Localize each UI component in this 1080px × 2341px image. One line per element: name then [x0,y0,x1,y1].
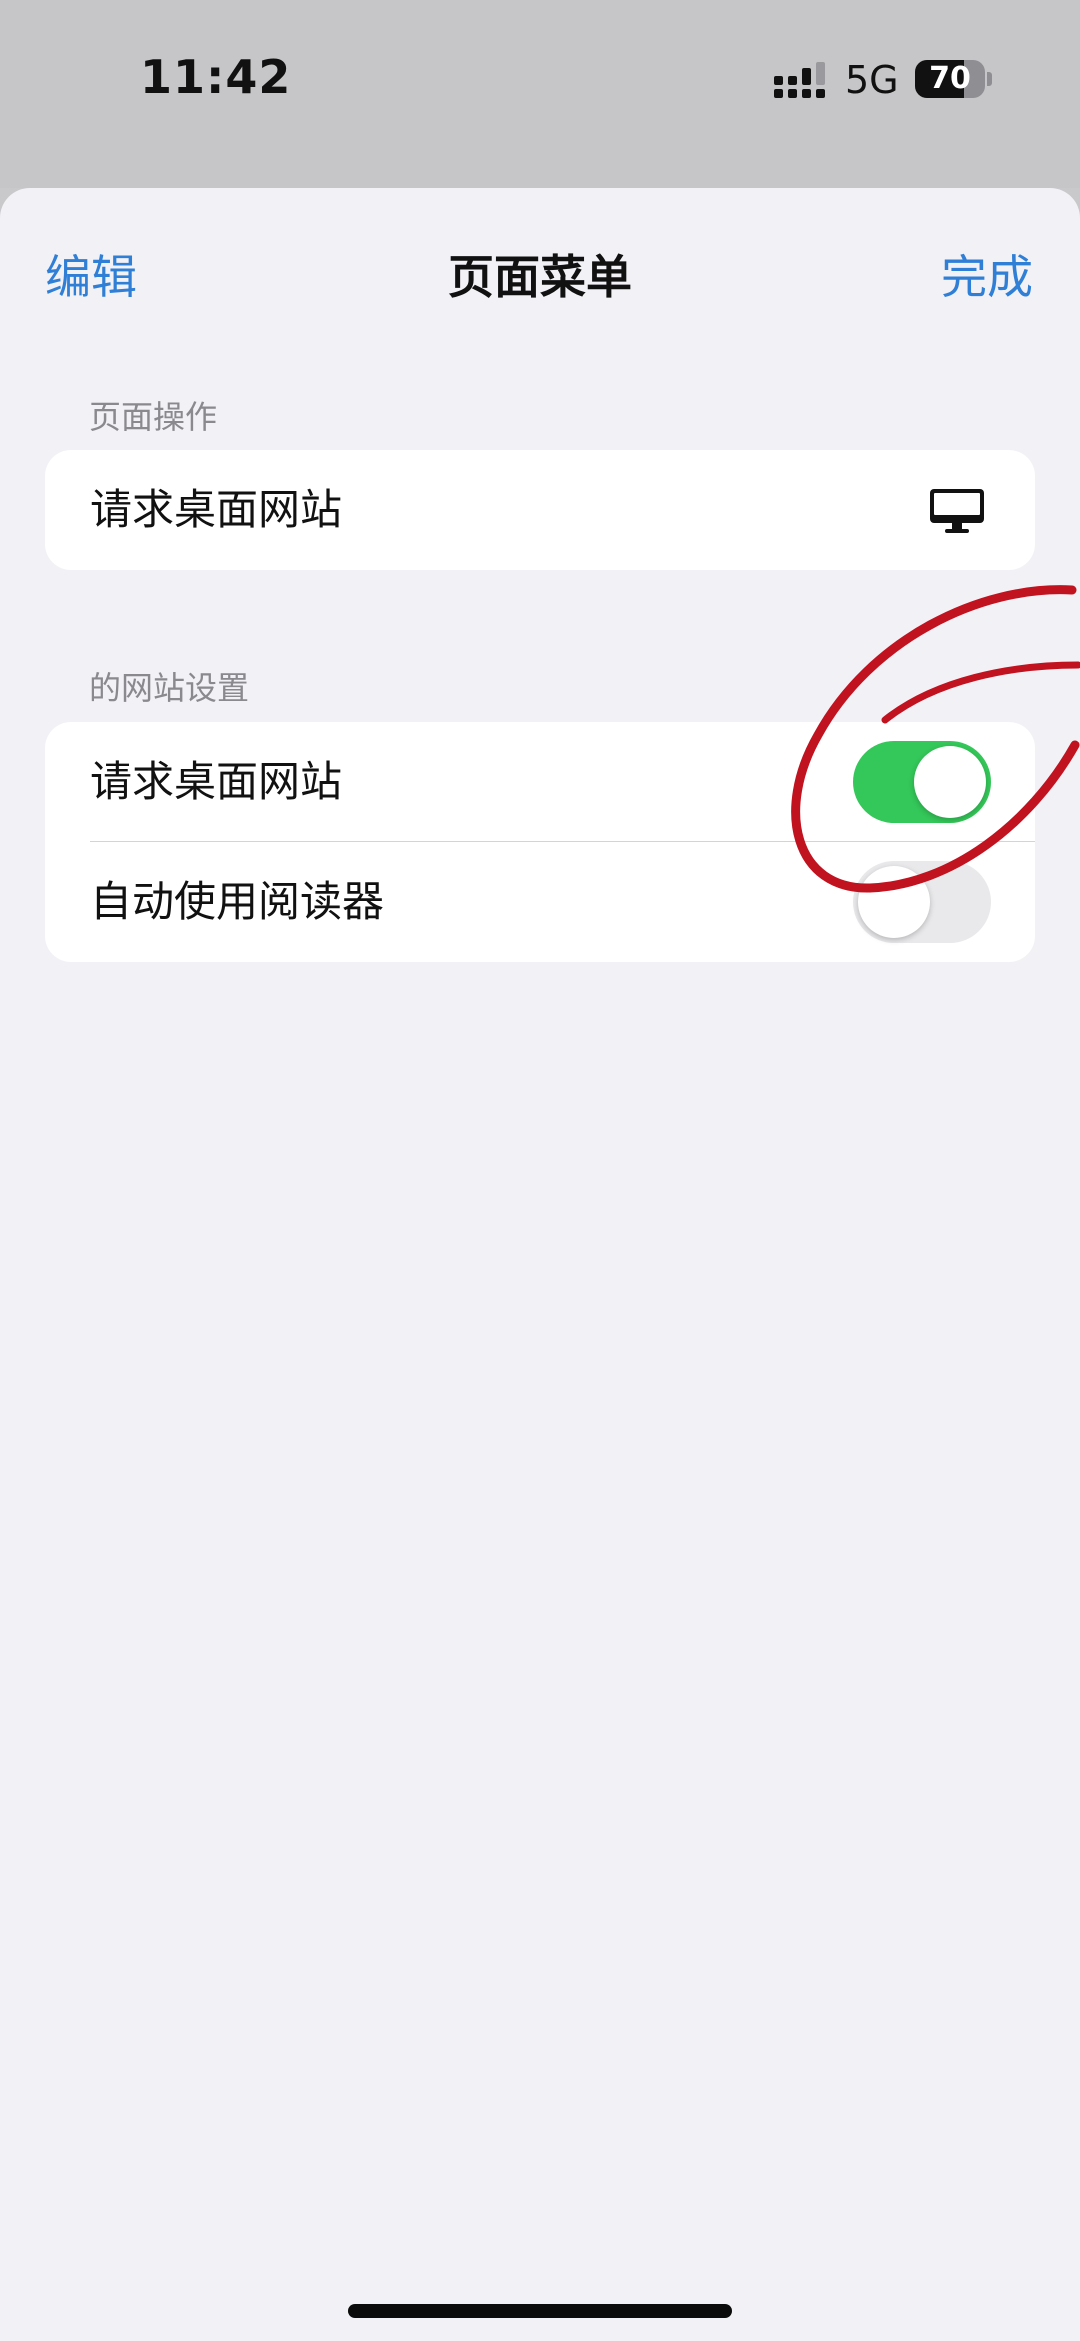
row-label: 请求桌面网站 [90,757,343,806]
toggle-knob [858,866,930,938]
row-label: 自动使用阅读器 [90,877,385,926]
request-desktop-site-toggle[interactable] [853,741,991,823]
row-label: 请求桌面网站 [90,485,343,534]
desktop-computer-icon [930,489,984,533]
site-settings-group: 请求桌面网站 自动使用阅读器 [45,722,1035,962]
request-desktop-site-row: 请求桌面网站 [45,722,1035,842]
battery-percent: 70 [929,61,971,96]
done-button[interactable]: 完成 [941,241,1033,307]
auto-reader-row: 自动使用阅读器 [45,842,1035,962]
request-desktop-site-action[interactable]: 请求桌面网站 [45,450,1035,570]
site-settings-header: 的网站设置 [89,669,250,707]
auto-reader-toggle[interactable] [853,861,991,943]
toggle-knob [914,746,986,818]
battery-icon: 70 [915,60,985,98]
cellular-signal-icon [774,62,825,98]
page-menu-sheet: 编辑 页面菜单 完成 页面操作 请求桌面网站 的网站设置 请求桌面网站 自动使用… [0,188,1080,2341]
page-actions-header: 页面操作 [89,398,218,436]
sheet-title: 页面菜单 [448,250,632,304]
battery-tip [987,72,992,86]
status-bar: 11:42 5G 70 [0,0,1080,188]
network-type: 5G [845,58,899,102]
page-actions-group: 请求桌面网站 [45,450,1035,570]
status-time: 11:42 [140,50,292,104]
home-indicator[interactable] [348,2304,732,2318]
